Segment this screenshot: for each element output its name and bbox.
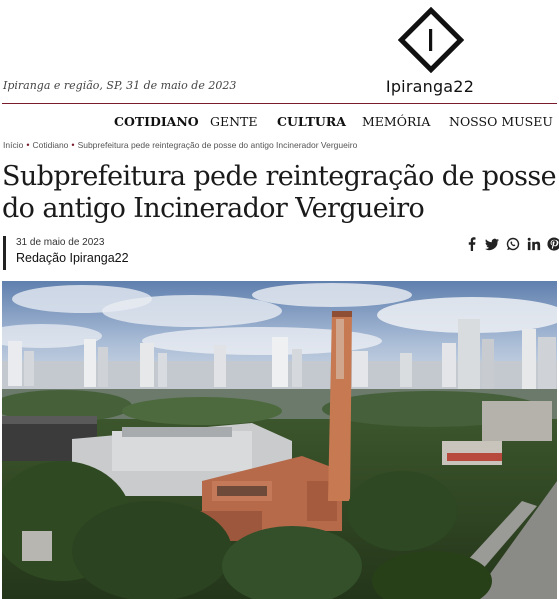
article-meta: 31 de maio de 2023 Redação Ipiranga22 bbox=[3, 236, 129, 270]
breadcrumb: Início • Cotidiano • Subprefeitura pede rein… bbox=[3, 140, 357, 150]
article-hero-image bbox=[2, 281, 557, 599]
breadcrumb-separator: • bbox=[26, 140, 30, 150]
header-divider bbox=[2, 103, 557, 104]
breadcrumb-current: Subprefeitura pede reintegração de posse… bbox=[77, 140, 358, 150]
article-author[interactable]: Redação Ipiranga22 bbox=[16, 251, 129, 265]
nav-item-gente[interactable]: GENTE bbox=[210, 114, 258, 129]
breadcrumb-separator: • bbox=[71, 140, 75, 150]
site-header: Ipiranga e região, SP, 31 de maio de 202… bbox=[0, 0, 559, 104]
breadcrumb-home[interactable]: Início bbox=[3, 140, 23, 150]
site-logo[interactable]: Ipiranga22 bbox=[380, 4, 480, 98]
aerial-city-photo bbox=[2, 281, 557, 599]
logo-diamond-icon bbox=[398, 7, 464, 73]
logo-text: Ipiranga22 bbox=[385, 77, 475, 96]
twitter-icon[interactable] bbox=[485, 237, 499, 251]
dateline: Ipiranga e região, SP, 31 de maio de 202… bbox=[3, 79, 237, 92]
article-date: 31 de maio de 2023 bbox=[16, 237, 105, 248]
facebook-icon[interactable] bbox=[465, 237, 479, 251]
breadcrumb-section[interactable]: Cotidiano bbox=[32, 140, 68, 150]
whatsapp-icon[interactable] bbox=[506, 237, 520, 251]
nav-item-memoria[interactable]: MEMÓRIA bbox=[362, 114, 430, 129]
nav-item-cotidiano[interactable]: COTIDIANO bbox=[114, 114, 199, 129]
article-title: Subprefeitura pede reintegração de posse… bbox=[2, 161, 557, 224]
pinterest-icon[interactable] bbox=[547, 237, 559, 251]
main-nav: COTIDIANO GENTE CULTURA MEMÓRIA NOSSO MU… bbox=[0, 114, 559, 134]
linkedin-icon[interactable] bbox=[527, 237, 541, 251]
nav-item-cultura[interactable]: CULTURA bbox=[277, 114, 346, 129]
nav-item-nosso-museu[interactable]: NOSSO MUSEU bbox=[449, 114, 553, 129]
